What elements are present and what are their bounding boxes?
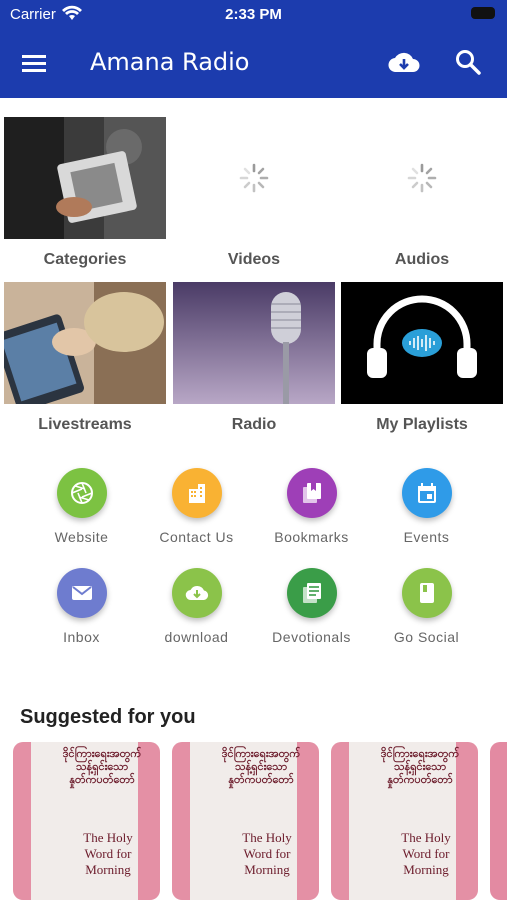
card-headline: ဒိုင်ကြားရေးအတွက် သန့်ရှင်းသော နှုတ်ကပတ်… [380, 748, 460, 786]
radio-tile[interactable] [173, 282, 335, 404]
videos-tile[interactable] [173, 117, 335, 239]
devotionals-label: Devotionals [272, 629, 351, 645]
categories-tile[interactable] [4, 117, 166, 239]
card-headline: ဒိုင်ကြားရေးအတွက် သန့်ရှင်းသော နှုတ်ကပတ်… [62, 748, 142, 786]
my-playlists-tile[interactable] [341, 282, 503, 404]
tile-label-categories: Categories [43, 251, 127, 268]
list-icon [303, 583, 321, 603]
hand-holding-tablet-image [4, 282, 166, 404]
website-label: Website [54, 529, 109, 545]
app-header: Carrier 2:33 PM Amana Radio [0, 0, 507, 98]
download-button[interactable] [172, 568, 222, 618]
calendar-icon [418, 483, 436, 503]
battery-icon [471, 7, 495, 19]
contact-us-button[interactable] [172, 468, 222, 518]
events-label: Events [403, 529, 450, 545]
suggested-card[interactable]: ဒိုင်ကြားရေးအတွက် သန့်ရှင်းသော နှုတ်ကပတ်… [331, 742, 478, 900]
loading-spinner-icon [239, 163, 269, 193]
bookmarks-label: Bookmarks [274, 529, 349, 545]
suggested-section-title: Suggested for you [20, 706, 196, 728]
tile-label-audios: Audios [394, 251, 450, 268]
search-icon[interactable] [454, 48, 482, 76]
devotionals-button[interactable] [287, 568, 337, 618]
livestreams-tile[interactable] [4, 282, 166, 404]
app-title: Amana Radio [90, 48, 250, 76]
go-social-button[interactable] [402, 568, 452, 618]
suggested-card-partial[interactable] [490, 742, 507, 900]
go-social-label: Go Social [393, 629, 460, 645]
status-bar: Carrier 2:33 PM [0, 0, 507, 28]
person-reading-tablet-image [4, 117, 166, 239]
inbox-button[interactable] [57, 568, 107, 618]
cloud-download-icon [185, 586, 209, 601]
book-icon [420, 583, 434, 603]
contact-us-label: Contact Us [159, 529, 234, 545]
mail-icon [72, 586, 92, 600]
menu-icon[interactable] [22, 52, 48, 76]
app-bar: Amana Radio [0, 36, 507, 92]
building-icon [189, 484, 205, 503]
tile-label-radio: Radio [231, 416, 277, 433]
microphone-image [173, 282, 335, 404]
download-label: download [164, 629, 229, 645]
card-caption: The Holy Word for Morning [401, 830, 451, 877]
card-headline: ဒိုင်ကြားရေးအတွက် သန့်ရှင်းသော နှုတ်ကပတ်… [221, 748, 301, 786]
events-button[interactable] [402, 468, 452, 518]
bookmarks-button[interactable] [287, 468, 337, 518]
headphones-image [341, 282, 503, 404]
tile-label-my-playlists: My Playlists [376, 416, 468, 433]
card-caption: The Holy Word for Morning [242, 830, 292, 877]
status-time: 2:33 PM [225, 6, 282, 23]
cloud-download-icon[interactable] [388, 48, 420, 78]
website-button[interactable] [57, 468, 107, 518]
card-caption: The Holy Word for Morning [83, 830, 133, 877]
tile-label-livestreams: Livestreams [38, 416, 132, 433]
audios-tile[interactable] [341, 117, 503, 239]
tile-label-videos: Videos [227, 251, 281, 268]
camera-aperture-icon [71, 482, 93, 504]
inbox-label: Inbox [63, 629, 100, 645]
suggested-card[interactable]: ဒိုင်ကြားရေးအတွက် သန့်ရှင်းသော နှုတ်ကပတ်… [13, 742, 160, 900]
loading-spinner-icon [407, 163, 437, 193]
bookmark-icon [303, 483, 321, 503]
suggested-card[interactable]: ဒိုင်ကြားရေးအတွက် သန့်ရှင်းသော နှုတ်ကပတ်… [172, 742, 319, 900]
